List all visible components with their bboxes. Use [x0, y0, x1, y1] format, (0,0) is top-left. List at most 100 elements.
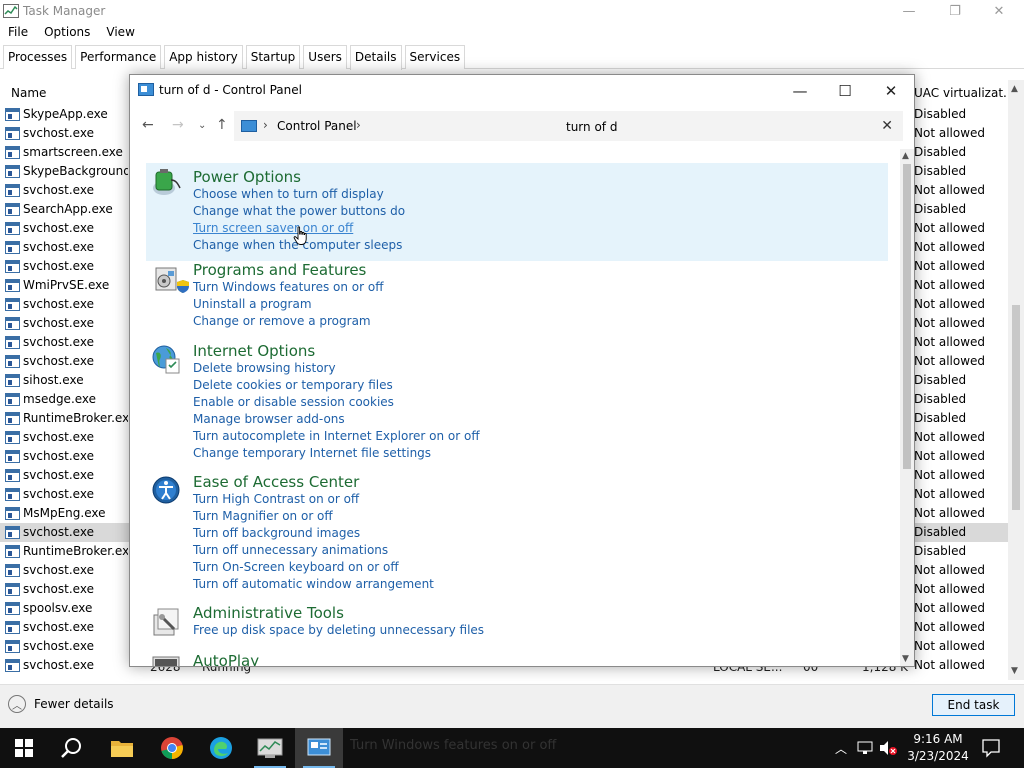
- breadcrumb-control-panel[interactable]: Control Panel: [277, 119, 357, 133]
- breadcrumb-chevron-icon[interactable]: ›: [263, 118, 268, 132]
- scroll-up-arrow-icon[interactable]: ▲: [902, 151, 909, 161]
- show-hidden-icons-chevron-icon[interactable]: ︿: [835, 740, 847, 757]
- task-link[interactable]: Turn Magnifier on or off: [193, 509, 333, 523]
- task-link[interactable]: Delete cookies or temporary files: [193, 378, 393, 392]
- task-link[interactable]: Turn off background images: [193, 526, 360, 540]
- scroll-down-arrow-icon[interactable]: ▼: [1011, 666, 1018, 676]
- scroll-down-arrow-icon[interactable]: ▼: [902, 654, 909, 664]
- result-group-internet-options: Internet Options Delete browsing history D…: [146, 341, 888, 466]
- admin-tools-icon[interactable]: [150, 605, 182, 637]
- control-panel-taskbar-button[interactable]: [295, 728, 343, 768]
- tm-close-button[interactable]: ✕: [976, 0, 1022, 23]
- group-title[interactable]: Internet Options: [193, 342, 315, 360]
- forward-arrow-icon[interactable]: →: [172, 117, 184, 133]
- tab-details[interactable]: Details: [349, 45, 402, 70]
- tab-processes[interactable]: Processes: [3, 45, 73, 69]
- autoplay-icon[interactable]: [150, 653, 182, 666]
- process-uac-virtualization: Disabled: [914, 373, 967, 387]
- process-name: svchost.exe: [23, 240, 94, 254]
- cp-scroll-thumb[interactable]: [903, 164, 911, 469]
- task-link[interactable]: Manage browser add-ons: [193, 412, 345, 426]
- task-link[interactable]: Turn Windows features on or off: [177, 280, 384, 294]
- recent-locations-chevron-icon[interactable]: ⌄: [198, 120, 206, 131]
- group-title[interactable]: AutoPlay: [193, 652, 259, 666]
- process-uac-virtualization: Disabled: [914, 392, 967, 406]
- process-icon: [5, 317, 20, 330]
- tab-app-history[interactable]: App history: [164, 45, 243, 69]
- group-title[interactable]: Ease of Access Center: [193, 473, 359, 491]
- process-icon: [5, 564, 20, 577]
- tm-vertical-scrollbar[interactable]: ▲ ▼: [1008, 80, 1024, 680]
- task-link[interactable]: Turn On-Screen keyboard on or off: [193, 560, 399, 574]
- process-name: SearchApp.exe: [23, 202, 113, 216]
- back-arrow-icon[interactable]: ←: [142, 117, 154, 133]
- scroll-up-arrow-icon[interactable]: ▲: [1011, 84, 1018, 94]
- globe-icon[interactable]: [150, 343, 182, 375]
- end-task-button[interactable]: End task: [932, 694, 1015, 716]
- process-uac-virtualization: Not allowed: [914, 582, 986, 596]
- tm-minimize-button[interactable]: —: [886, 0, 932, 23]
- task-link[interactable]: Free up disk space by deleting unnecessa…: [193, 623, 484, 637]
- chrome-button[interactable]: [148, 728, 196, 768]
- process-name: svchost.exe: [23, 468, 94, 482]
- search-input[interactable]: [566, 118, 866, 136]
- process-name: svchost.exe: [23, 183, 94, 197]
- cp-minimize-button[interactable]: —: [777, 75, 823, 106]
- tm-restore-button[interactable]: ❐: [932, 0, 978, 23]
- task-link[interactable]: Change temporary Internet file settings: [193, 446, 431, 460]
- fewer-details-button[interactable]: ︿ Fewer details: [8, 695, 114, 713]
- menu-file[interactable]: File: [0, 23, 36, 43]
- file-explorer-button[interactable]: [98, 728, 146, 768]
- tab-users[interactable]: Users: [303, 45, 347, 69]
- process-uac-virtualization: Not allowed: [914, 240, 986, 254]
- clear-search-icon[interactable]: ✕: [881, 118, 893, 134]
- process-icon: [5, 412, 20, 425]
- cp-maximize-button[interactable]: ☐: [822, 75, 868, 106]
- task-link[interactable]: Choose when to turn off display: [193, 187, 384, 201]
- volume-muted-icon[interactable]: [879, 740, 898, 756]
- battery-icon[interactable]: [150, 166, 182, 198]
- task-link[interactable]: Turn off automatic window arrangement: [193, 577, 434, 591]
- tab-startup[interactable]: Startup: [245, 45, 301, 69]
- process-icon: [5, 469, 20, 482]
- task-link[interactable]: Turn screen saver on or off: [193, 221, 353, 235]
- accessibility-icon[interactable]: [150, 474, 182, 506]
- process-icon: [5, 203, 20, 216]
- task-link[interactable]: Change what the power buttons do: [193, 204, 405, 218]
- tm-scroll-thumb[interactable]: [1012, 305, 1020, 510]
- task-link[interactable]: Enable or disable session cookies: [193, 395, 394, 409]
- task-link[interactable]: Uninstall a program: [193, 297, 312, 311]
- up-arrow-icon[interactable]: ↑: [216, 117, 228, 133]
- task-link[interactable]: Change or remove a program: [193, 314, 371, 328]
- process-icon: [5, 602, 20, 615]
- menu-options[interactable]: Options: [36, 23, 98, 43]
- task-link[interactable]: Delete browsing history: [193, 361, 336, 375]
- search-button[interactable]: [48, 728, 96, 768]
- breadcrumb-chevron-icon[interactable]: ›: [356, 118, 361, 132]
- edge-button[interactable]: [197, 728, 245, 768]
- cp-navigation-bar: ← → ⌄ ↑ › Control Panel › ⌄ ↻ ✕: [130, 106, 914, 146]
- notification-icon[interactable]: [978, 736, 1004, 760]
- column-uac[interactable]: UAC virtualizat...: [914, 86, 1014, 100]
- taskbar: Turn Windows features on or off ︿ 9:16 A…: [0, 728, 1024, 768]
- cp-close-button[interactable]: ✕: [868, 75, 914, 106]
- start-button[interactable]: [0, 728, 48, 768]
- clock[interactable]: 9:16 AM 3/23/2024: [905, 731, 971, 765]
- search-box[interactable]: ✕: [560, 111, 903, 141]
- group-title[interactable]: Administrative Tools: [193, 604, 344, 622]
- network-icon[interactable]: [857, 741, 873, 755]
- tab-performance[interactable]: Performance: [75, 45, 162, 69]
- task-manager-taskbar-button[interactable]: [246, 728, 294, 768]
- control-panel-icon: [241, 120, 257, 132]
- task-link[interactable]: Turn autocomplete in Internet Explorer o…: [193, 429, 480, 443]
- column-name[interactable]: Name: [11, 86, 46, 100]
- result-group-ease-of-access-center: Ease of Access Center Turn High Contrast …: [146, 472, 888, 597]
- task-link[interactable]: Turn off unnecessary animations: [193, 543, 388, 557]
- group-title[interactable]: Programs and Features: [193, 261, 366, 279]
- group-title[interactable]: Power Options: [193, 168, 301, 186]
- tab-services[interactable]: Services: [404, 45, 466, 69]
- task-link[interactable]: Turn High Contrast on or off: [193, 492, 359, 506]
- cp-vertical-scrollbar[interactable]: ▲ ▼: [900, 149, 914, 666]
- menu-view[interactable]: View: [98, 23, 142, 43]
- chrome-icon: [161, 737, 183, 759]
